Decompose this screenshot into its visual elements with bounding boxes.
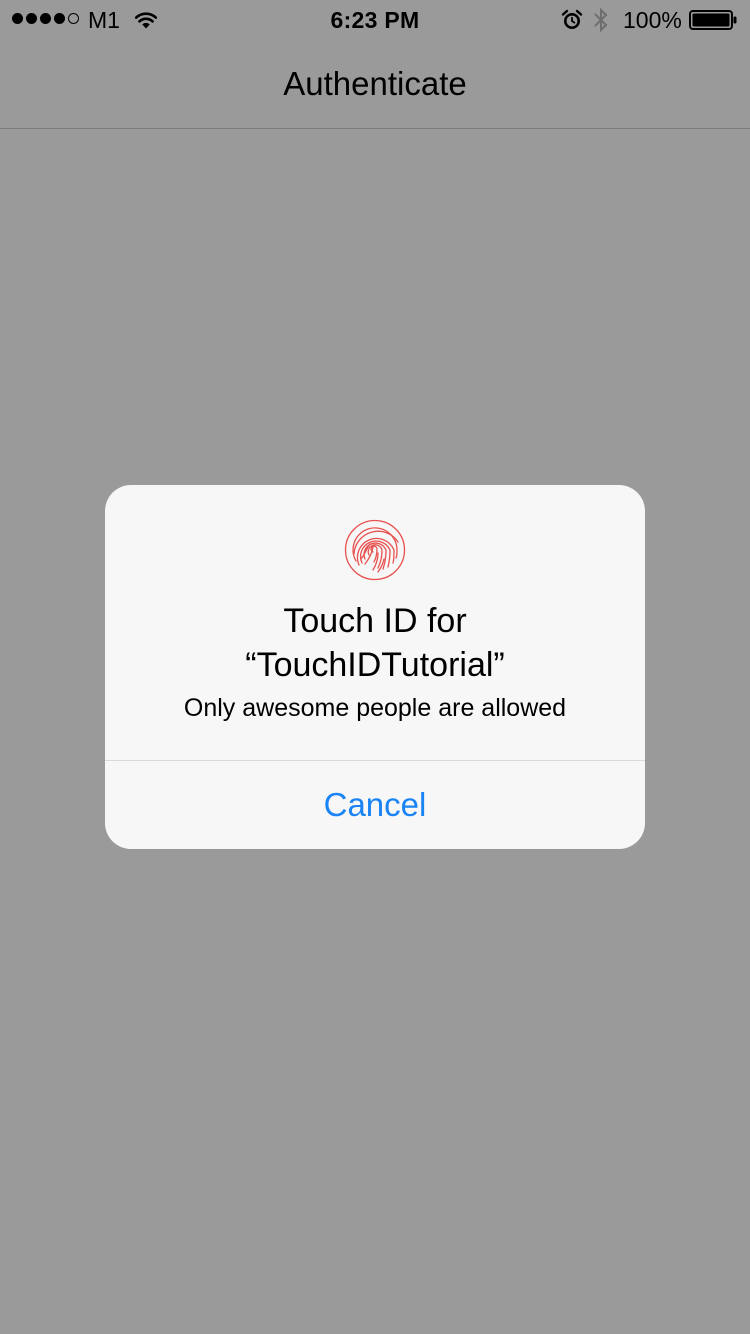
navigation-bar: Authenticate bbox=[0, 40, 750, 129]
alert-message: Only awesome people are allowed bbox=[183, 694, 567, 722]
alarm-icon bbox=[561, 9, 583, 29]
alert-title: Touch ID for “TouchIDTutorial” bbox=[125, 599, 625, 687]
alert-title-line: Touch ID for bbox=[283, 602, 467, 640]
battery-percentage: 100% bbox=[623, 7, 682, 33]
battery-icon bbox=[689, 10, 737, 30]
alert-title-app-name: “TouchIDTutorial” bbox=[245, 646, 505, 684]
cancel-button[interactable]: Cancel bbox=[105, 761, 645, 849]
touch-id-alert: Touch ID for “TouchIDTutorial” Only awes… bbox=[105, 485, 645, 849]
page-title: Authenticate bbox=[283, 65, 467, 102]
fingerprint-icon bbox=[344, 519, 406, 581]
status-bar: M1 6:23 PM 100% bbox=[0, 0, 750, 40]
bluetooth-icon bbox=[594, 7, 608, 33]
